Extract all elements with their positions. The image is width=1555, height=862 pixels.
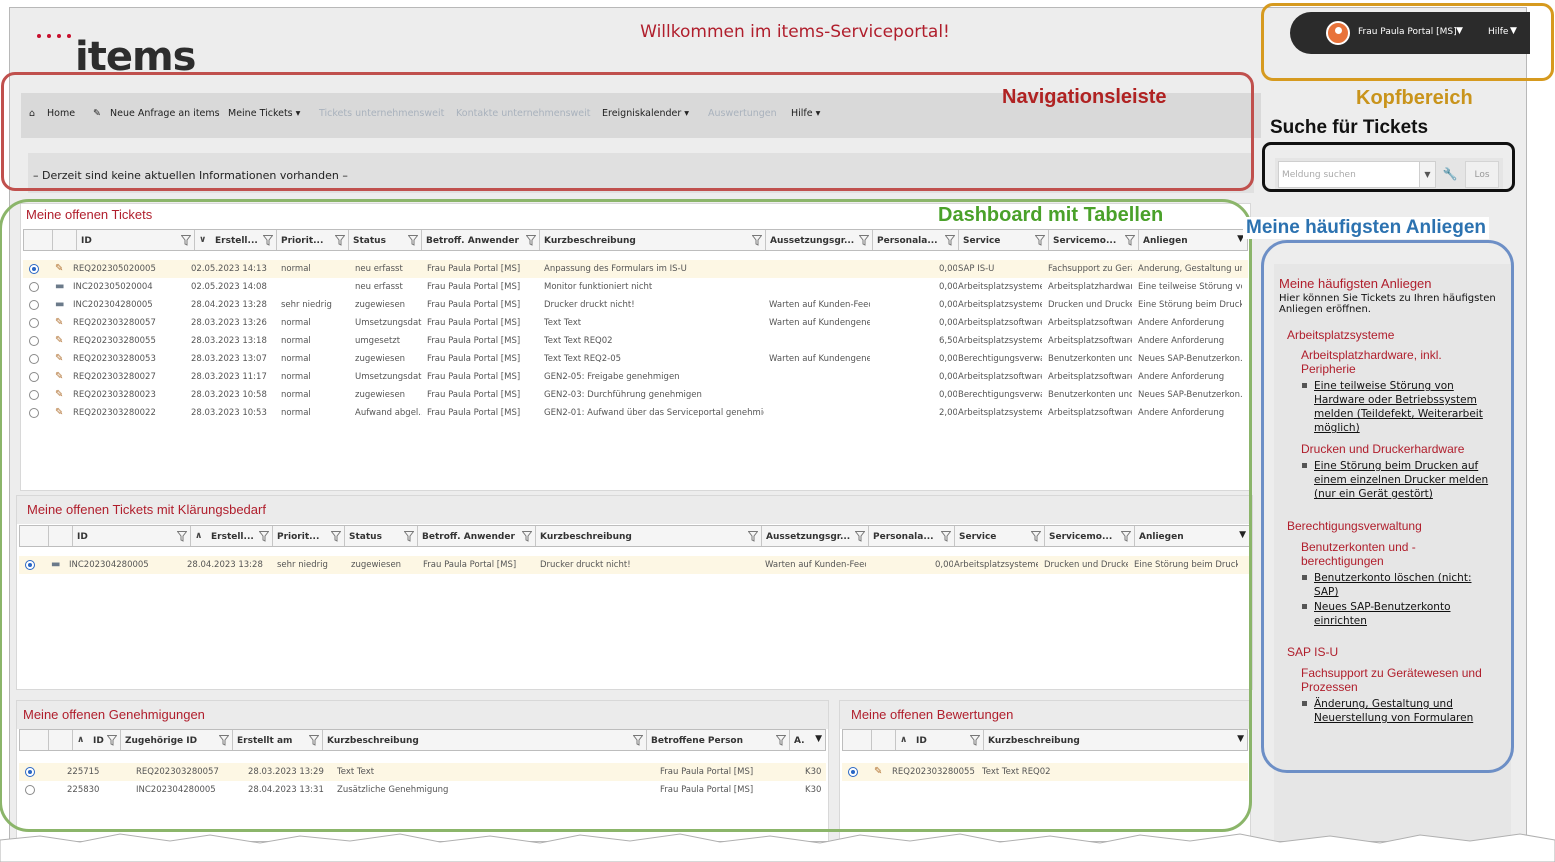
torn-edge — [0, 833, 1555, 862]
annotation-search-label: Suche für Tickets — [1270, 117, 1429, 138]
annotation-frequent-label: Meine häufigsten Anliegen — [1243, 217, 1489, 239]
logo-dot — [57, 34, 61, 38]
logo-dot — [37, 34, 41, 38]
logo-dot — [47, 34, 51, 38]
annotation-box-search — [1262, 142, 1515, 192]
logo-dot — [67, 34, 71, 38]
annotation-dashboard-label: Dashboard mit Tabellen — [938, 204, 1164, 226]
annotation-box-dashboard — [0, 199, 1252, 832]
annotation-nav-label: Navigationsleiste — [1002, 86, 1167, 108]
annotation-box-frequent — [1261, 240, 1514, 773]
welcome-message: Willkommen im items-Serviceportal! — [640, 22, 950, 42]
annotation-box-header — [1261, 3, 1554, 81]
annotation-header-label: Kopfbereich — [1356, 87, 1473, 109]
